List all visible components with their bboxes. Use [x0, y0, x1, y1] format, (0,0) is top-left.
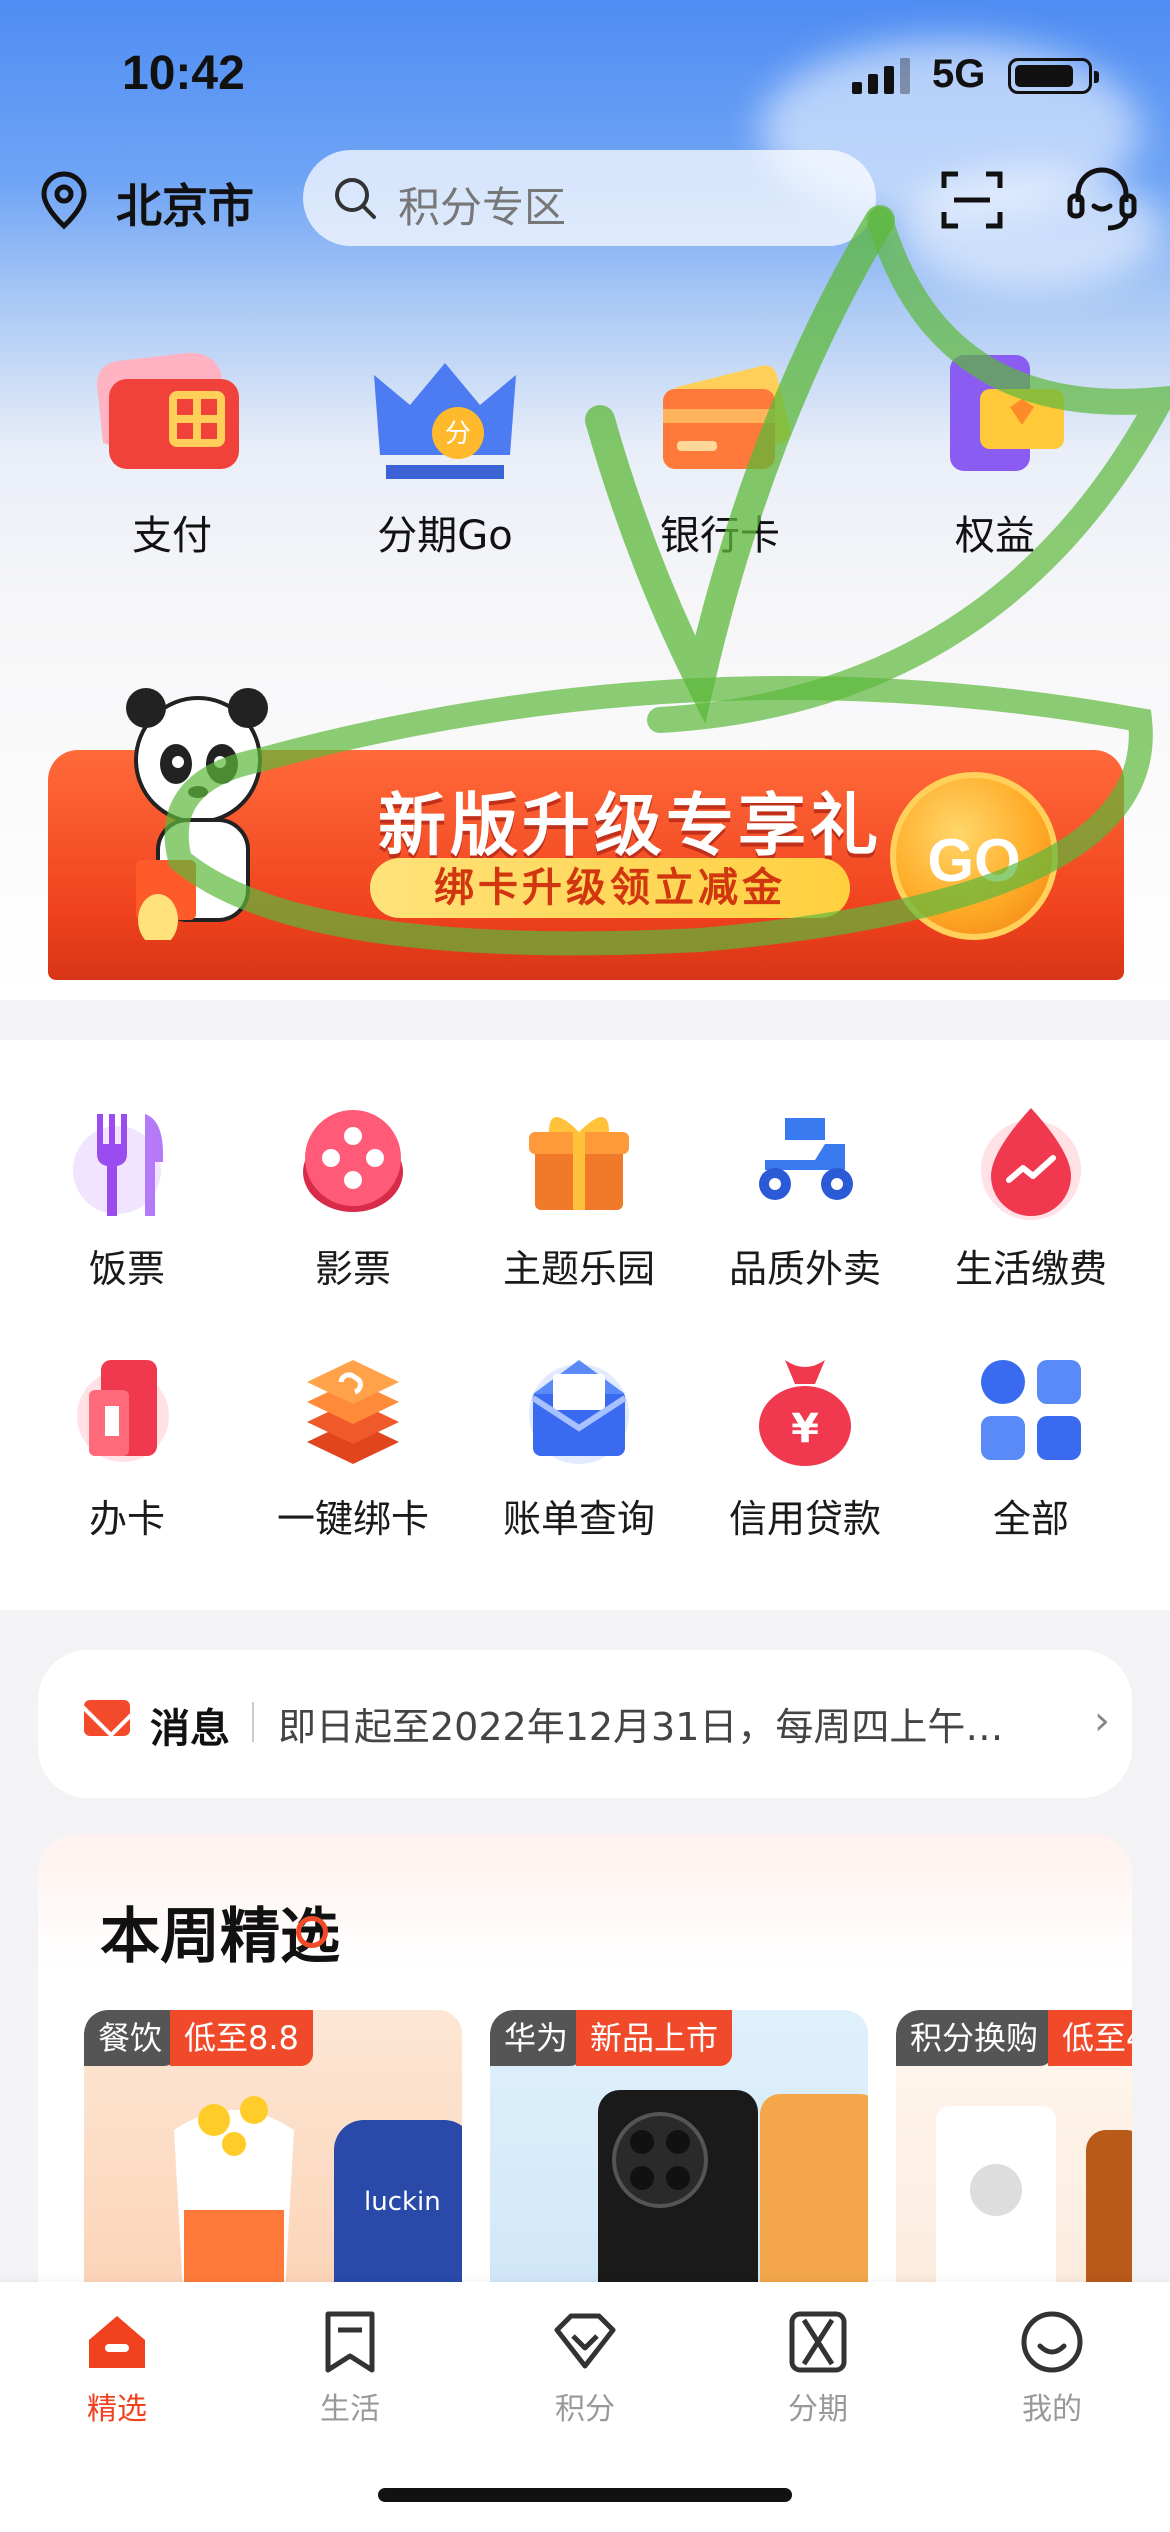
quick-entry-rights[interactable]: 权益 — [895, 345, 1095, 561]
top-bar: 北京市 积分专区 — [0, 150, 1170, 250]
svg-text:¥: ¥ — [791, 1406, 819, 1452]
customer-service-icon[interactable] — [1066, 166, 1138, 234]
svg-text:luckin: luckin — [364, 2187, 441, 2217]
service-utilities[interactable]: 生活缴费 — [921, 1100, 1141, 1293]
tab-life[interactable]: 生活 — [260, 2306, 440, 2428]
status-time: 10:42 — [122, 47, 245, 100]
service-bill-query[interactable]: 账单查询 — [469, 1350, 689, 1543]
battery-icon — [1008, 58, 1099, 94]
message-tag: 消息 — [150, 1706, 230, 1752]
quick-entry-label: 分期Go — [377, 513, 513, 559]
card-apply-icon — [67, 1350, 187, 1470]
service-apply-card[interactable]: 办卡 — [17, 1350, 237, 1543]
money-bag-icon: ¥ — [745, 1350, 865, 1470]
banner-subtitle: 绑卡升级领立减金 — [370, 858, 850, 918]
rights-card-icon — [910, 345, 1080, 485]
service-label: 一键绑卡 — [276, 1497, 429, 1541]
pick-card-huawei[interactable]: 华为 新品上市 — [490, 2010, 868, 2284]
card-promo-badge: 低至4 — [1048, 2010, 1132, 2066]
divider — [252, 1702, 254, 1742]
banner-go-button[interactable]: GO — [890, 772, 1058, 940]
search-input[interactable]: 积分专区 — [303, 150, 876, 246]
service-movie-ticket[interactable]: 影票 — [243, 1100, 463, 1293]
gift-box-icon — [519, 1100, 639, 1220]
bookmark-icon — [314, 2306, 386, 2378]
tab-label: 积分 — [555, 2392, 615, 2427]
service-bind-card[interactable]: 一键绑卡 — [243, 1350, 463, 1543]
card-promo-badge: 低至8.8 — [170, 2010, 313, 2066]
drop-chart-icon — [971, 1100, 1091, 1220]
envelope-bill-icon — [519, 1350, 639, 1470]
tab-featured[interactable]: 精选 — [27, 2306, 207, 2428]
service-label: 影票 — [314, 1247, 391, 1291]
weekly-picks: 本周精选 luckin 餐饮 低至8.8 华为 新品上市 积分换购 低至 — [38, 1834, 1132, 2284]
service-label: 主题乐园 — [502, 1247, 655, 1291]
hourglass-icon — [782, 2306, 854, 2378]
crown-coin-icon: 分 — [360, 345, 530, 485]
tab-points[interactable]: 积分 — [495, 2306, 675, 2428]
service-label: 全部 — [992, 1497, 1069, 1541]
card-category-badge: 华为 — [490, 2010, 583, 2066]
tab-mine[interactable]: 我的 — [962, 2306, 1142, 2428]
network-type: 5G — [932, 52, 986, 96]
smile-icon — [1016, 2306, 1088, 2378]
magnifier-icon — [296, 1916, 328, 1948]
banner-go-label: GO — [927, 827, 1021, 894]
pick-card-dining[interactable]: luckin 餐饮 低至8.8 — [84, 2010, 462, 2284]
quick-entry-pay[interactable]: 支付 — [72, 345, 272, 561]
service-label: 饭票 — [88, 1247, 165, 1291]
quick-entry-label: 银行卡 — [660, 513, 780, 559]
chevron-right-icon: › — [1094, 1698, 1110, 1744]
banner-title: 新版升级专享礼 — [378, 787, 883, 866]
home-indicator — [378, 2488, 792, 2502]
promo-banner[interactable]: 新版升级专享礼 绑卡升级领立减金 GO — [48, 680, 1124, 990]
scooter-icon — [745, 1100, 865, 1220]
service-label: 信用贷款 — [728, 1497, 881, 1541]
card-category-badge: 积分换购 — [896, 2010, 1053, 2066]
service-credit-loan[interactable]: ¥ 信用贷款 — [695, 1350, 915, 1543]
search-icon — [335, 178, 376, 219]
services-grid: 饭票 影票 主题乐园 品质外卖 生活缴费 办卡 一键绑卡 账单查询 ¥ 信用贷款… — [0, 1040, 1170, 1610]
tab-label: 精选 — [87, 2392, 147, 2427]
mail-icon — [84, 1700, 130, 1736]
grid-all-icon — [971, 1350, 1091, 1470]
film-reel-icon — [293, 1100, 413, 1220]
quick-entries: 支付 分 分期Go 银行卡 权益 — [0, 345, 1170, 585]
service-label: 办卡 — [88, 1497, 165, 1541]
tab-installment[interactable]: 分期 — [728, 2306, 908, 2428]
status-bar: 10:42 5G — [0, 0, 1170, 150]
service-label: 品质外卖 — [728, 1247, 881, 1291]
home-icon — [81, 2306, 153, 2378]
quick-entry-installment[interactable]: 分 分期Go — [345, 345, 545, 561]
tab-label: 分期 — [788, 2392, 848, 2427]
quick-entry-bank-card[interactable]: 银行卡 — [620, 345, 820, 561]
cellular-signal-icon — [852, 58, 910, 94]
wallet-icon — [87, 345, 257, 485]
message-text: 即日起至2022年12月31日，每周四上午… — [278, 1705, 1004, 1749]
location-pin-icon[interactable] — [38, 170, 90, 230]
service-meal-ticket[interactable]: 饭票 — [17, 1100, 237, 1293]
tab-label: 生活 — [320, 2392, 380, 2427]
search-placeholder: 积分专区 — [398, 183, 567, 232]
quick-entry-label: 支付 — [132, 513, 212, 559]
service-all[interactable]: 全部 — [921, 1350, 1141, 1543]
tab-label: 我的 — [1022, 2392, 1082, 2427]
service-label: 生活缴费 — [954, 1247, 1107, 1291]
card-promo-badge: 新品上市 — [576, 2010, 733, 2066]
svg-text:分: 分 — [445, 419, 471, 449]
message-bar[interactable]: 消息 即日起至2022年12月31日，每周四上午… › — [38, 1650, 1132, 1798]
diamond-icon — [549, 2306, 621, 2378]
city-selector[interactable]: 北京市 — [116, 170, 254, 236]
panda-mascot-icon — [126, 688, 268, 940]
card-category-badge: 餐饮 — [84, 2010, 177, 2066]
service-theme-park[interactable]: 主题乐园 — [469, 1100, 689, 1293]
scan-icon[interactable] — [940, 168, 1004, 232]
link-stack-icon — [293, 1350, 413, 1470]
pick-card-points-exchange[interactable]: 积分换购 低至4 — [896, 2010, 1132, 2284]
quick-entry-label: 权益 — [955, 513, 1035, 559]
bank-card-icon — [635, 345, 805, 485]
fork-knife-icon — [67, 1100, 187, 1220]
service-takeout[interactable]: 品质外卖 — [695, 1100, 915, 1293]
service-label: 账单查询 — [502, 1497, 655, 1541]
